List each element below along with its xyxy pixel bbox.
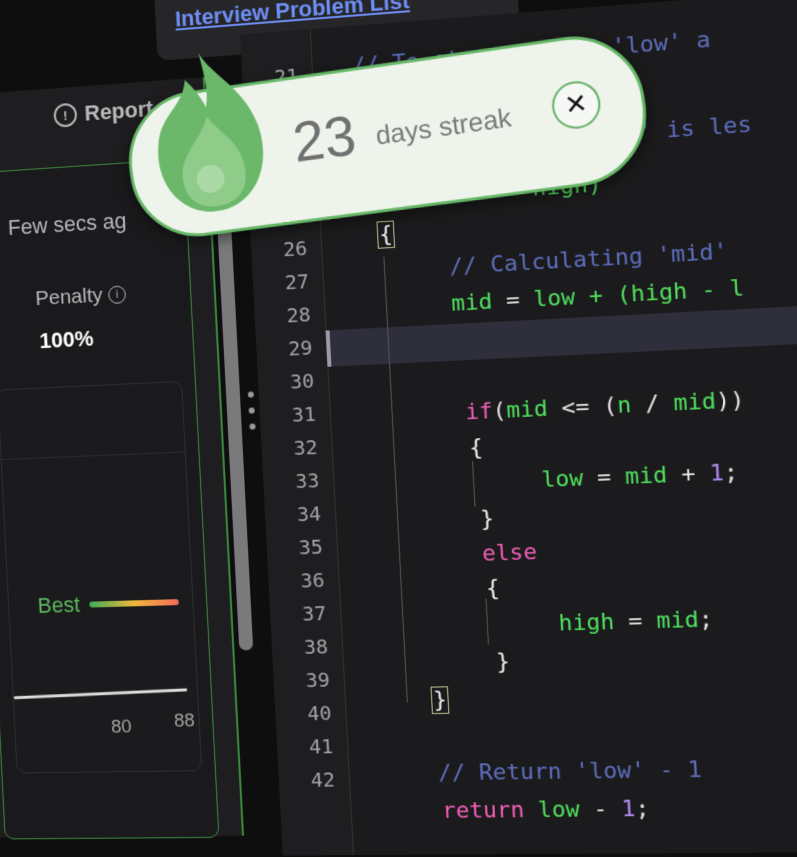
line-number: 41 (277, 734, 334, 759)
code-line: } (431, 687, 450, 713)
line-number: 27 (252, 269, 309, 296)
workspace: Interview Problem List ⌄ ! Report Few se… (0, 0, 797, 800)
variable: n (617, 393, 632, 419)
best-legend: Best (37, 589, 179, 619)
operator: = (492, 287, 535, 315)
line-number: 29 (256, 335, 313, 362)
graph-divider (2, 451, 185, 460)
line-number: 36 (268, 568, 325, 594)
code-line: } (495, 649, 510, 675)
resize-handle[interactable] (248, 391, 256, 429)
code-line: if(mid <= (n / mid)) (465, 387, 745, 425)
penalty-label: Penalty i (35, 282, 127, 311)
alert-circle-icon: ! (53, 103, 77, 128)
operator: ; (723, 460, 739, 487)
matched-brace: } (431, 686, 450, 714)
line-number: 32 (261, 435, 318, 461)
line-number: 28 (254, 302, 311, 329)
code-line: // Calculating 'mid' (449, 239, 729, 280)
matched-brace: { (376, 220, 395, 248)
streak-count: 23 (289, 102, 359, 176)
code-line: else (481, 540, 537, 567)
line-number: 39 (273, 667, 330, 692)
variable: mid (451, 289, 493, 317)
code-line: { (469, 435, 484, 461)
operator: ( (492, 398, 507, 424)
indent-guide (383, 257, 407, 703)
best-gradient-bar (89, 599, 179, 607)
line-number: 30 (258, 368, 315, 395)
graph-axis-line (14, 688, 188, 699)
operator: = (614, 608, 657, 635)
code-line: high = mid; (558, 607, 714, 637)
operator: - (579, 797, 622, 823)
line-number: 37 (270, 601, 327, 627)
code-line: return low - 1; (442, 796, 651, 824)
indent-guide (472, 461, 475, 507)
performance-graph: Best 80 88 (0, 381, 202, 774)
variable: mid (656, 607, 700, 634)
flame-icon (140, 39, 276, 223)
best-label: Best (37, 592, 80, 619)
variable: mid (506, 396, 549, 423)
axis-tick: 80 (111, 717, 133, 739)
expression: + (high - l (574, 276, 744, 311)
operator: <= ( (547, 393, 618, 422)
line-number: 31 (259, 402, 316, 429)
info-icon[interactable]: i (108, 285, 126, 304)
line-number: 35 (266, 534, 323, 560)
line-number: 38 (271, 634, 328, 659)
indent-guide (486, 599, 489, 645)
axis-tick: 88 (174, 710, 196, 732)
variable: low (541, 466, 584, 493)
operator: = (582, 464, 625, 491)
submitted-time: Few secs ag (7, 208, 127, 241)
close-button[interactable]: ✕ (549, 78, 603, 132)
line-number: 40 (275, 701, 332, 726)
variable: mid (673, 389, 717, 417)
line-number: 33 (263, 468, 320, 494)
keyword: return (442, 798, 525, 824)
code-line: { (377, 221, 396, 247)
code-line: low = mid + 1; (541, 460, 739, 493)
variable: mid (624, 463, 668, 490)
streak-label: days streak (374, 102, 513, 152)
variable: high (558, 609, 615, 636)
line-number: 26 (251, 236, 308, 263)
code-line: } (480, 506, 495, 532)
number: 1 (621, 796, 636, 822)
variable: low (533, 285, 576, 313)
close-icon[interactable]: ✕ (563, 88, 590, 122)
keyword: if (465, 399, 494, 426)
operator: + (666, 461, 710, 489)
submission-card: Few secs ag Penalty i 100% Best 80 88 (0, 158, 219, 839)
operator: / (631, 391, 675, 419)
penalty-value: 100% (39, 326, 94, 354)
line-number: 42 (278, 767, 335, 792)
operator: ; (698, 607, 714, 633)
variable: low (524, 797, 581, 823)
operator: ; (635, 796, 650, 822)
penalty-text: Penalty (35, 284, 103, 311)
code-line: // Return 'low' - 1 (437, 757, 702, 786)
line-number: 34 (264, 501, 321, 527)
code-line: { (485, 576, 500, 602)
operator: )) (715, 387, 745, 414)
